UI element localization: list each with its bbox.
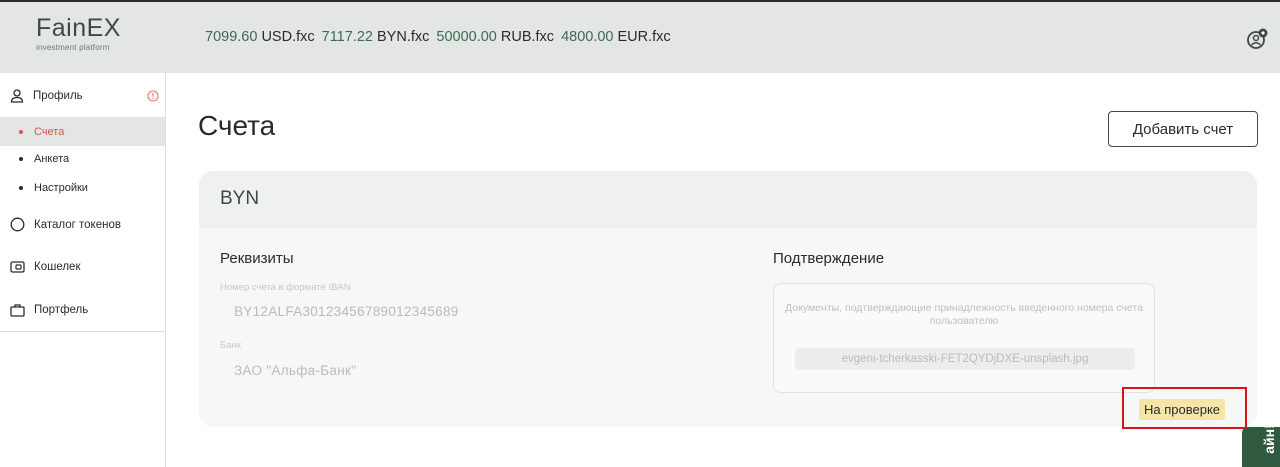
sidebar-item-wallet[interactable]: Кошелек xyxy=(10,260,80,274)
account-card: BYN Реквизиты Номер счета в формате IBAN… xyxy=(199,171,1257,427)
sidebar-subitem-label: Счета xyxy=(34,125,65,138)
sidebar-subitem-settings[interactable]: Настройки xyxy=(19,182,165,194)
user-settings-icon[interactable] xyxy=(1246,28,1268,50)
logo-text: FainEX xyxy=(36,14,121,42)
confirmation-description: Документы, подтверждающие принадлежность… xyxy=(785,302,1143,327)
account-currency: BYN xyxy=(199,171,1257,228)
sidebar-item-token-catalog[interactable]: Каталог токенов xyxy=(10,217,121,232)
confirmation-title: Подтверждение xyxy=(773,250,885,267)
logo[interactable]: FainEX investment platform xyxy=(36,14,136,53)
user-icon xyxy=(10,89,24,103)
bullet-icon xyxy=(19,186,23,190)
balance-byn: 7117.22 BYN.fxc xyxy=(321,29,430,45)
wallet-icon xyxy=(10,261,25,273)
page-title: Счета xyxy=(198,110,276,141)
circle-icon xyxy=(10,217,25,232)
balance-eur: 4800.00 EUR.fxc xyxy=(561,29,671,45)
sidebar-item-portfolio[interactable]: Портфель xyxy=(10,303,88,317)
document-file-link[interactable]: evgeni-tcherkasski-FET2QYDjDXE-unsplash.… xyxy=(795,348,1135,370)
sidebar-item-label: Портфель xyxy=(34,304,89,316)
top-bar: FainEX investment platform 7099.60 USD.f… xyxy=(0,0,1280,73)
add-account-button[interactable]: Добавить счет xyxy=(1108,111,1258,147)
bank-label: Банк xyxy=(220,340,241,351)
iban-label: Номер счета в формате IBAN xyxy=(220,282,351,293)
confirmation-documents: Документы, подтверждающие принадлежность… xyxy=(773,283,1155,393)
sidebar-item-label: Каталог токенов xyxy=(34,218,121,231)
sidebar: Профиль Счета Анкета Настройки Каталог т… xyxy=(0,73,166,467)
sidebar-divider xyxy=(0,331,165,332)
side-tab[interactable]: айн! xyxy=(1242,427,1280,467)
balance-usd: 7099.60 USD.fxc xyxy=(205,29,315,45)
briefcase-icon xyxy=(10,304,25,317)
warning-icon xyxy=(147,90,159,102)
highlight-box xyxy=(1122,387,1247,429)
sidebar-subitem-accounts[interactable]: Счета xyxy=(0,117,165,146)
side-tab-label: айн! xyxy=(1260,427,1277,454)
sidebar-item-label: Профиль xyxy=(33,90,83,102)
sidebar-subitem-questionnaire[interactable]: Анкета xyxy=(19,153,165,165)
sidebar-subitem-label: Анкета xyxy=(34,153,70,165)
balances-bar: 7099.60 USD.fxc 7117.22 BYN.fxc 50000.00… xyxy=(205,29,678,45)
requisites-title: Реквизиты xyxy=(220,250,294,267)
bullet-icon xyxy=(19,157,23,161)
sidebar-item-profile[interactable]: Профиль xyxy=(10,89,83,103)
logo-subtitle: investment platform xyxy=(36,43,110,52)
bank-value: ЗАО "Альфа-Банк" xyxy=(234,363,357,378)
bullet-icon xyxy=(19,129,23,134)
balance-rub: 50000.00 RUB.fxc xyxy=(436,29,555,45)
sidebar-subitem-label: Настройки xyxy=(34,182,88,194)
sidebar-item-label: Кошелек xyxy=(34,261,81,273)
iban-value: BY12ALFA30123456789012345689 xyxy=(234,304,459,319)
